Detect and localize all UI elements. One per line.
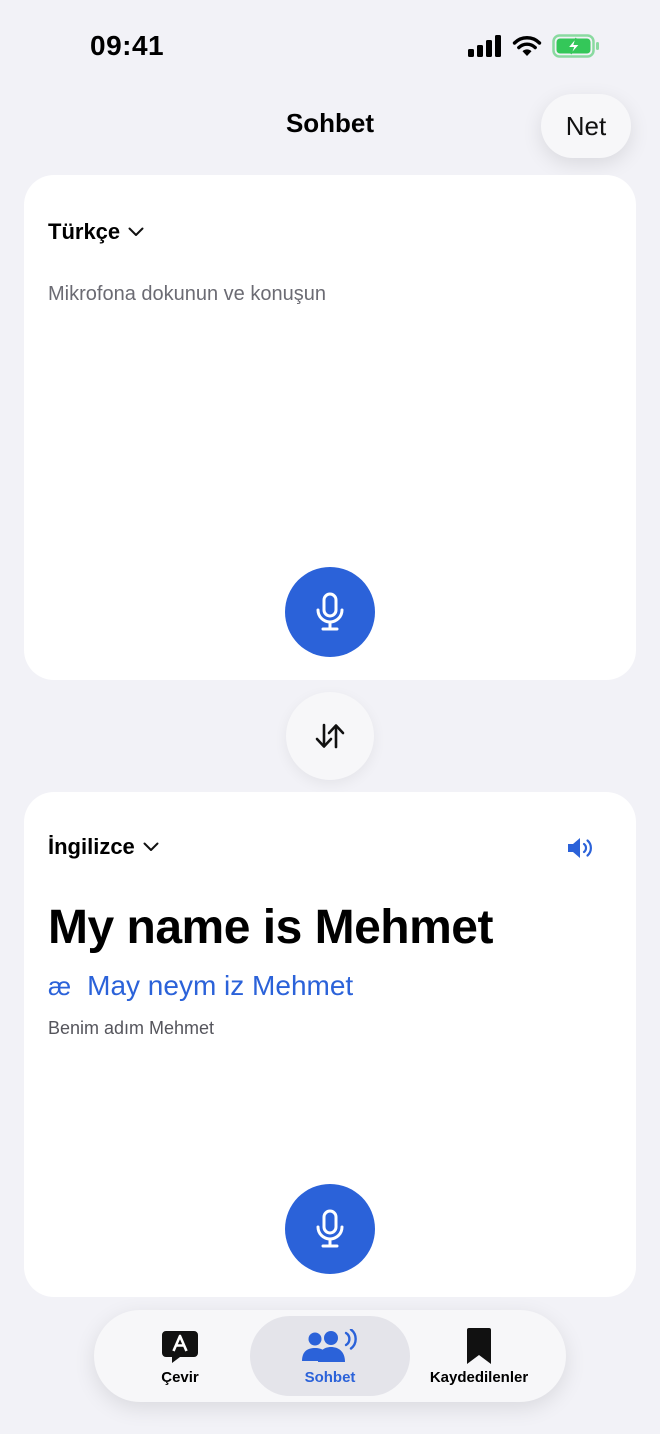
microphone-icon	[316, 592, 344, 631]
tab-label: Çevir	[161, 1369, 199, 1386]
target-panel: İngilizce My name is Mehmet æ May neym i…	[24, 792, 636, 1297]
tab-saved[interactable]: Kaydedilenler	[412, 1316, 546, 1396]
target-language-selector[interactable]: İngilizce	[48, 834, 159, 860]
battery-charging-icon	[552, 34, 599, 58]
status-time: 09:41	[90, 30, 165, 61]
signal-icon	[468, 35, 501, 57]
chevron-down-icon	[143, 842, 159, 851]
microphone-icon	[316, 1209, 344, 1248]
source-language-selector[interactable]: Türkçe	[48, 219, 144, 245]
speaker-button[interactable]	[566, 836, 596, 865]
pronunciation-text: May neym iz Mehmet	[87, 970, 354, 1001]
pronunciation-row: æ May neym iz Mehmet	[48, 970, 353, 1002]
source-language-label: Türkçe	[48, 219, 121, 244]
speaker-icon	[568, 838, 592, 858]
tab-label: Kaydedilenler	[429, 1369, 529, 1386]
tab-bar: Çevir Sohbet Kaydedilenler	[94, 1310, 566, 1402]
source-mic-button[interactable]	[285, 567, 375, 657]
tab-chat[interactable]: Sohbet	[250, 1316, 410, 1396]
pronunciation-icon: æ	[48, 970, 72, 1001]
translate-bubble-icon	[162, 1331, 198, 1363]
net-button[interactable]: Net	[541, 94, 631, 158]
conversation-icon	[302, 1329, 357, 1362]
source-text: Benim adım Mehmet	[48, 1018, 215, 1038]
target-language-label: İngilizce	[48, 834, 135, 859]
swap-arrows-icon	[315, 723, 345, 749]
translation-text: My name is Mehmet	[48, 901, 493, 954]
speech-placeholder: Mikrofona dokunun ve konuşun	[48, 283, 326, 305]
status-bar: 09:41	[0, 0, 660, 90]
chevron-down-icon	[128, 227, 144, 236]
status-icons	[468, 34, 600, 58]
wifi-icon	[512, 36, 542, 56]
target-mic-button[interactable]	[285, 1184, 375, 1274]
tab-label: Sohbet	[304, 1369, 356, 1386]
source-panel: Türkçe Mikrofona dokunun ve konuşun	[24, 175, 636, 680]
swap-languages-button[interactable]	[286, 692, 374, 780]
bookmark-icon	[467, 1328, 491, 1364]
tab-translate[interactable]: Çevir	[130, 1316, 230, 1396]
